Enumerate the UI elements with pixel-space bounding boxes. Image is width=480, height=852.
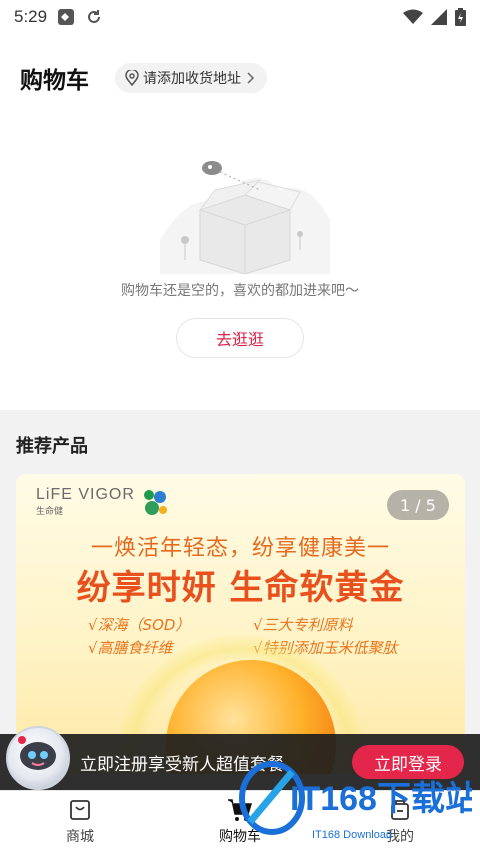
recommend-banner[interactable]: LiFE VIGOR 生命健 1 / 5 一焕活年轻态，纷享健康美一 纷享时妍 … (16, 474, 465, 774)
cart-icon (228, 798, 253, 821)
add-address-button[interactable]: 请添加收货地址 (115, 63, 267, 93)
signal-icon (431, 9, 447, 25)
nav-tab-profile[interactable]: 我的 (320, 791, 480, 852)
cart-header: 购物车 请添加收货地址 (0, 34, 480, 122)
empty-cart-section: 购物车还是空的，喜欢的都加进来吧～ 去逛逛 (0, 122, 480, 410)
app-notification-icon (58, 9, 75, 25)
nav-tab-label: 我的 (386, 828, 414, 845)
banner-feature: √深海（SOD） (88, 616, 191, 634)
status-system-icons (403, 8, 466, 26)
go-shopping-button[interactable]: 去逛逛 (176, 318, 304, 358)
bottom-navigation: 商城 购物车 我的 (0, 790, 480, 852)
location-pin-icon (125, 70, 139, 86)
banner-page-indicator: 1 / 5 (387, 490, 449, 520)
status-time: 5:29 (14, 7, 48, 26)
nav-tab-cart[interactable]: 购物车 (160, 791, 320, 852)
profile-icon (391, 799, 409, 820)
shopping-bag-icon (70, 799, 90, 820)
nav-tab-label: 购物车 (219, 828, 261, 845)
banner-headline: 纷享时妍 生命软黄金 (76, 568, 405, 608)
status-notification-icons (57, 8, 103, 26)
page-title: 购物车 (20, 67, 89, 93)
brand-logo-subtext: 生命健 (36, 507, 64, 517)
nav-tab-mall[interactable]: 商城 (0, 791, 160, 852)
banner-feature: √三大专利原料 (253, 616, 353, 634)
battery-icon (455, 8, 466, 26)
empty-box-illustration (160, 161, 330, 274)
astronaut-mascot-icon (6, 726, 70, 790)
brand-logo-text: LiFE VIGOR (36, 486, 135, 503)
sync-icon (88, 10, 101, 23)
register-promo-bar: 立即注册享受新人超值套餐 立即登录 (0, 726, 480, 790)
recommend-section-title: 推荐产品 (16, 436, 88, 457)
login-button[interactable]: 立即登录 (352, 745, 464, 779)
nav-tab-label: 商城 (66, 828, 94, 845)
register-promo-text: 立即注册享受新人超值套餐 (80, 754, 284, 775)
brand-logo: LiFE VIGOR 生命健 (36, 486, 169, 517)
brand-mark-icon (143, 489, 167, 515)
banner-tagline: 一焕活年轻态，纷享健康美一 (90, 536, 390, 561)
wifi-icon (403, 9, 423, 24)
chevron-right-icon (247, 72, 255, 84)
status-bar: 5:29 (0, 0, 480, 34)
add-address-label: 请添加收货地址 (143, 71, 241, 87)
empty-cart-message: 购物车还是空的，喜欢的都加进来吧～ (121, 283, 359, 299)
